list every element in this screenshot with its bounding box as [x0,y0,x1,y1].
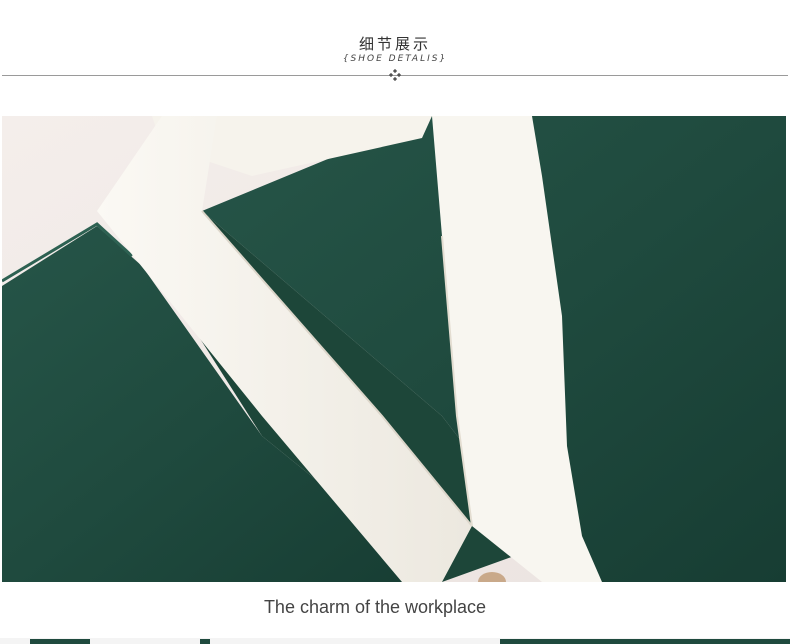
photo-caption: The charm of the workplace [263,597,487,617]
product-detail-photo [2,116,786,582]
section-subtitle: {SHOE DETALIS} [342,54,448,64]
next-photo-fabric-left [30,639,90,644]
section-title: 细节展示 [358,35,431,53]
diamond-cluster-icon [389,69,401,81]
section-header: 细节展示 {SHOE DETALIS} [0,0,790,90]
next-photo-edge [0,638,790,644]
next-photo-fabric-mid [200,639,210,644]
blouse-collar-illustration [2,116,786,582]
next-photo-fabric-right [500,639,790,644]
